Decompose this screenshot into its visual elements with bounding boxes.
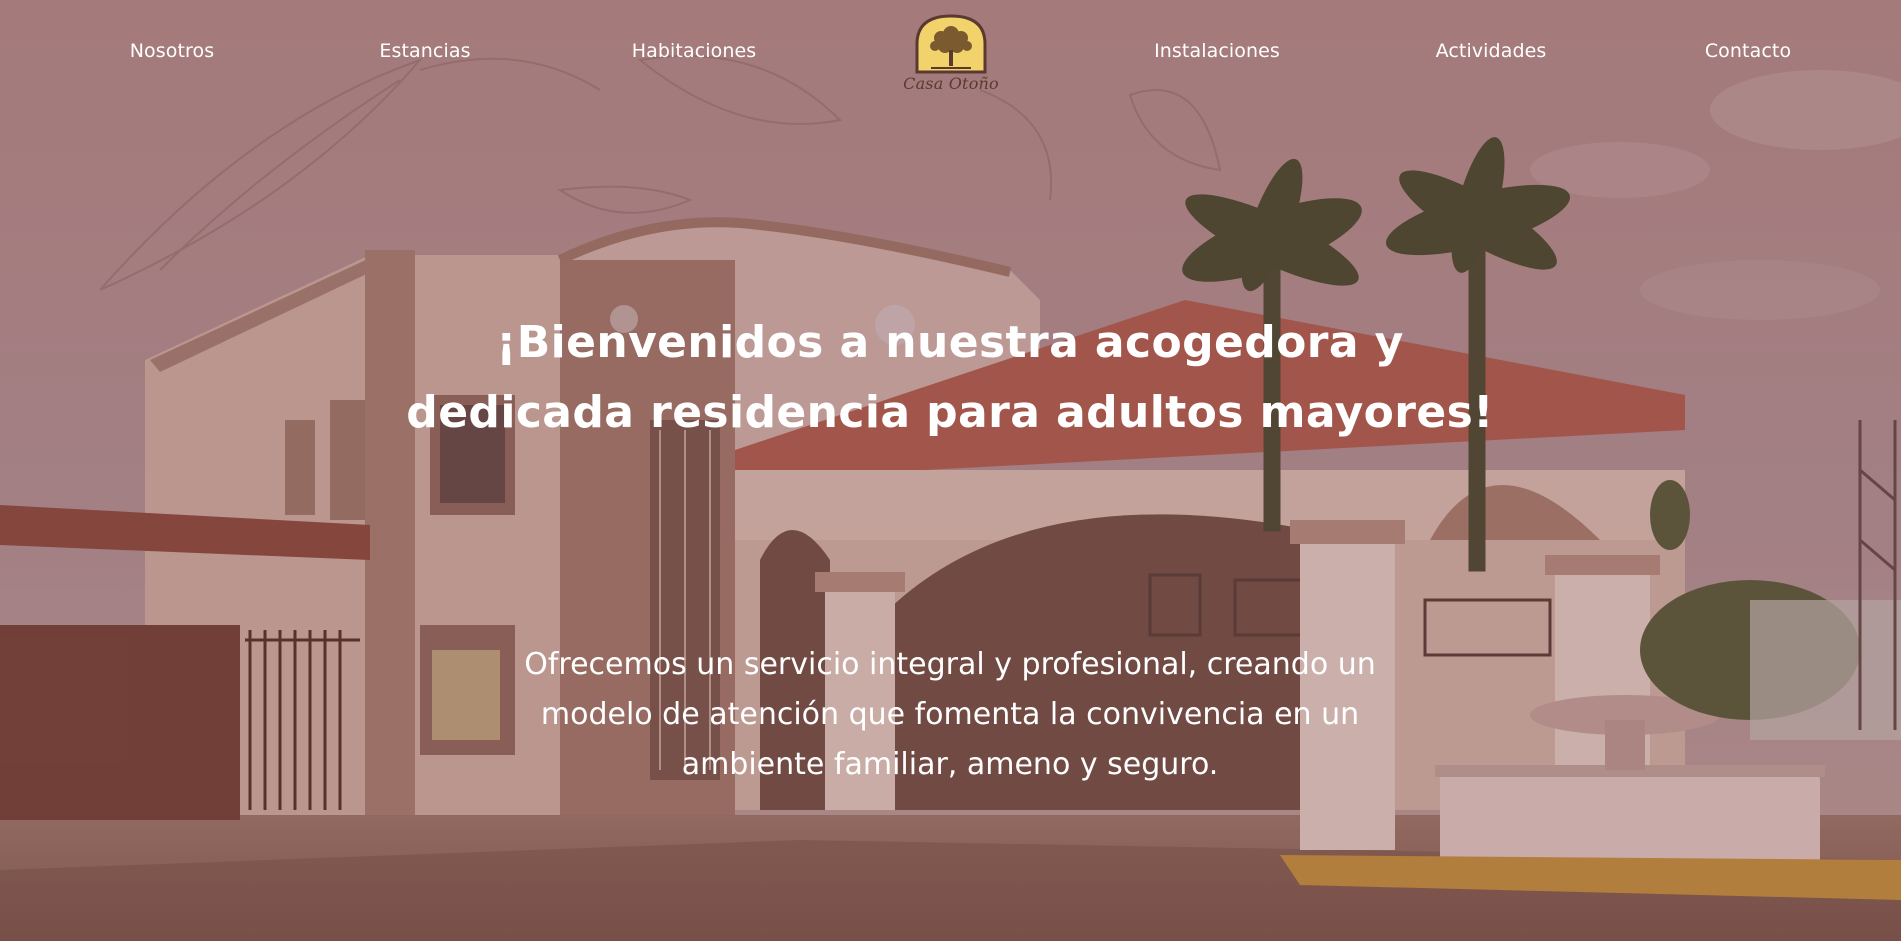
hero-description-line-3: ambiente familiar, ameno y seguro.	[681, 747, 1219, 782]
hero-headline-line-2: dedicada residencia para adultos mayores…	[406, 387, 1494, 438]
site-logo[interactable]: Casa Otoño	[895, 12, 1007, 100]
hero-headline: ¡Bienvenidos a nuestra acogedora y dedic…	[390, 308, 1510, 448]
nav-item-instalaciones[interactable]: Instalaciones	[1154, 40, 1280, 62]
nav-item-actividades[interactable]: Actividades	[1436, 40, 1547, 62]
hero-section: Nosotros Estancias Habitaciones Casa Oto…	[0, 0, 1901, 941]
hero-description: Ofrecemos un servicio integral y profesi…	[440, 640, 1460, 790]
tree-icon	[915, 14, 987, 74]
hero-description-line-1: Ofrecemos un servicio integral y profesi…	[524, 647, 1376, 682]
nav-item-contacto[interactable]: Contacto	[1705, 40, 1791, 62]
hero-description-line-2: modelo de atención que fomenta la conviv…	[540, 697, 1360, 732]
main-nav: Nosotros Estancias Habitaciones Casa Oto…	[0, 0, 1901, 106]
logo-wordmark: Casa Otoño	[903, 74, 999, 93]
nav-item-estancias[interactable]: Estancias	[379, 40, 470, 62]
nav-item-nosotros[interactable]: Nosotros	[130, 40, 215, 62]
nav-item-habitaciones[interactable]: Habitaciones	[632, 40, 757, 62]
hero-headline-line-1: ¡Bienvenidos a nuestra acogedora y	[496, 317, 1404, 368]
hero-background-image	[0, 0, 1901, 941]
